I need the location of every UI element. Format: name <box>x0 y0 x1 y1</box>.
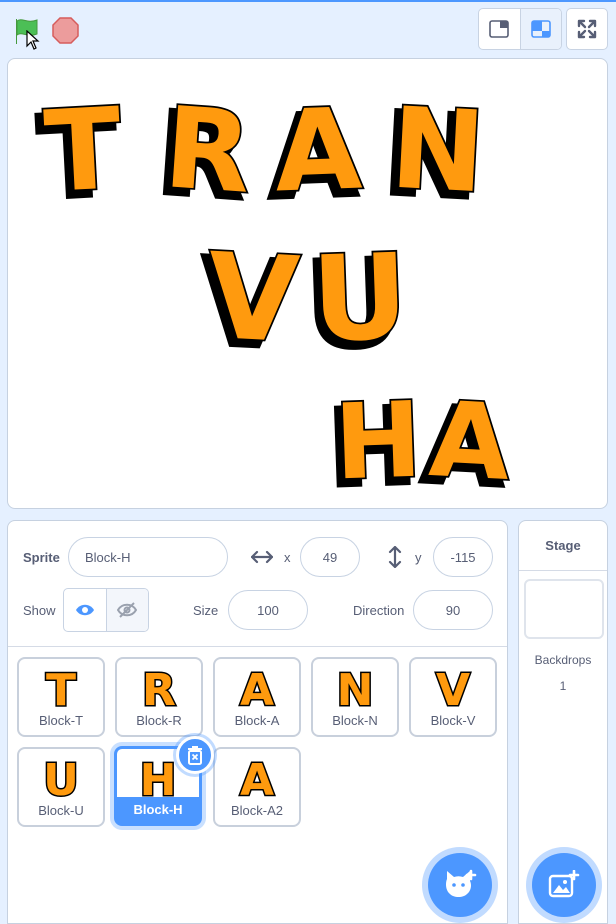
sprite-tile-name: Block-V <box>430 713 476 728</box>
stage-canvas[interactable]: TTRRAANNVVUUHHAA <box>7 58 608 509</box>
sprite-tile[interactable]: T Block-T <box>17 657 105 737</box>
image-plus-icon <box>548 870 580 898</box>
stage-letter: A <box>272 85 363 218</box>
vertical-arrows-icon <box>388 546 402 568</box>
stage-letter-row2-0[interactable]: VV <box>195 225 304 378</box>
small-stage-icon <box>489 20 510 38</box>
hide-button[interactable] <box>105 589 148 631</box>
sprite-thumbnail-glyph: H <box>140 755 177 799</box>
stage-letter: U <box>310 227 411 368</box>
stage-size-toggle <box>478 8 562 50</box>
sprite-tile-name: Block-U <box>38 803 84 818</box>
stage-letter-row1-2[interactable]: AA <box>264 83 366 227</box>
trash-icon <box>188 746 202 765</box>
small-stage-button[interactable] <box>479 9 520 49</box>
sprite-label: Sprite <box>23 550 60 565</box>
sprite-thumbnail: A <box>215 659 299 710</box>
sprite-thumbnail: V <box>411 659 495 710</box>
large-stage-icon <box>531 20 551 38</box>
x-label: x <box>284 550 291 565</box>
sprite-thumbnail-letter: T <box>44 664 77 710</box>
mouse-cursor-icon <box>26 29 40 50</box>
y-input[interactable]: -115 <box>433 537 493 577</box>
sprite-thumbnail-letter: U <box>42 754 81 800</box>
cat-plus-icon <box>446 869 477 897</box>
size-label: Size <box>193 603 219 618</box>
stage-letter-row1-3[interactable]: NN <box>378 82 489 227</box>
sprite-tile[interactable]: R Block-R <box>115 657 203 737</box>
sprite-thumbnail-glyph: A <box>240 755 274 799</box>
stage-letter-row3-0[interactable]: HH <box>324 377 426 509</box>
sprite-thumbnail-letter: R <box>141 664 178 710</box>
sprite-thumbnail-letter: N <box>335 664 375 710</box>
stage-letters: TT RR AA NNVV UUHHAA <box>33 81 515 509</box>
direction-input[interactable]: 90 <box>413 590 493 630</box>
sprite-tile[interactable]: N Block-N <box>311 657 399 737</box>
top-accent-line <box>0 0 616 2</box>
size-input[interactable]: 100 <box>228 590 308 630</box>
sprite-thumbnail-glyph: T <box>46 665 76 709</box>
sprite-thumbnail-letter: H <box>138 754 178 800</box>
sprite-tile-name: Block-N <box>332 713 378 728</box>
stage-letter: N <box>388 84 488 219</box>
sprite-tile-name: Block-R <box>136 713 182 728</box>
stage-letter: H <box>333 379 424 504</box>
visibility-toggle <box>63 588 149 632</box>
sprite-tile-name: Block-A <box>234 713 280 728</box>
backdrops-label: Backdrops <box>534 653 592 667</box>
sprite-info-panel: Sprite Block-H x 49 y -115 Show Size 100… <box>8 521 507 647</box>
sprite-thumbnail-glyph: A <box>240 665 274 709</box>
sprite-name-input[interactable]: Block-H <box>68 537 228 577</box>
sprite-thumbnail-glyph: R <box>142 665 176 709</box>
stop-icon[interactable] <box>52 17 79 44</box>
show-label: Show <box>23 603 56 618</box>
stage-letter-row1-1[interactable]: RR <box>151 81 257 227</box>
sprite-tile-name: Block-H <box>117 797 199 823</box>
direction-label: Direction <box>353 603 405 618</box>
stage-letter: V <box>204 227 302 370</box>
sprite-tile[interactable]: A Block-A2 <box>213 747 301 827</box>
sprite-thumbnail: A <box>215 749 299 800</box>
stage-panel-title: Stage <box>519 521 607 571</box>
choose-backdrop-button[interactable] <box>532 853 596 917</box>
sprite-thumbnail-glyph: V <box>436 665 470 709</box>
sprite-thumbnail-glyph: N <box>337 665 374 709</box>
sprite-thumbnail: T <box>19 659 103 710</box>
stage-letter: A <box>426 378 513 504</box>
sprite-thumbnail-letter: A <box>238 664 275 710</box>
sprite-tile[interactable]: A Block-A <box>213 657 301 737</box>
sprite-tile[interactable]: U Block-U <box>17 747 105 827</box>
fullscreen-button[interactable] <box>566 8 608 50</box>
y-label: y <box>415 550 422 565</box>
sprite-thumbnail: U <box>19 749 103 800</box>
sprite-thumbnail-glyph: U <box>43 755 79 799</box>
sprite-thumbnail-letter: V <box>434 664 471 710</box>
eye-slash-icon <box>117 602 138 618</box>
stage-letter: T <box>42 84 125 218</box>
large-stage-button[interactable] <box>519 9 561 49</box>
backdrops-count: 1 <box>559 679 567 693</box>
fullscreen-icon <box>577 19 597 39</box>
sprite-thumbnail: N <box>313 659 397 710</box>
sprite-thumbnail: R <box>117 659 201 710</box>
sprite-tile-name: Block-T <box>38 713 84 728</box>
x-input[interactable]: 49 <box>300 537 360 577</box>
sprite-tile[interactable]: V Block-V <box>409 657 497 737</box>
show-button[interactable] <box>64 589 106 631</box>
horizontal-arrows-icon <box>251 550 273 564</box>
eye-icon <box>75 604 94 616</box>
stage-letter-row2-1[interactable]: UU <box>301 226 412 378</box>
stage-letter-row3-1[interactable]: AA <box>417 376 515 509</box>
delete-sprite-button[interactable] <box>176 736 214 774</box>
stage-letter: R <box>160 83 255 219</box>
sprite-tile-name: Block-A2 <box>230 803 284 818</box>
sprite-thumbnail-letter: A <box>238 754 275 800</box>
stage-letter-row1-0[interactable]: TT <box>33 82 127 227</box>
choose-sprite-button[interactable] <box>428 853 492 917</box>
stage-thumbnail[interactable] <box>524 579 604 639</box>
